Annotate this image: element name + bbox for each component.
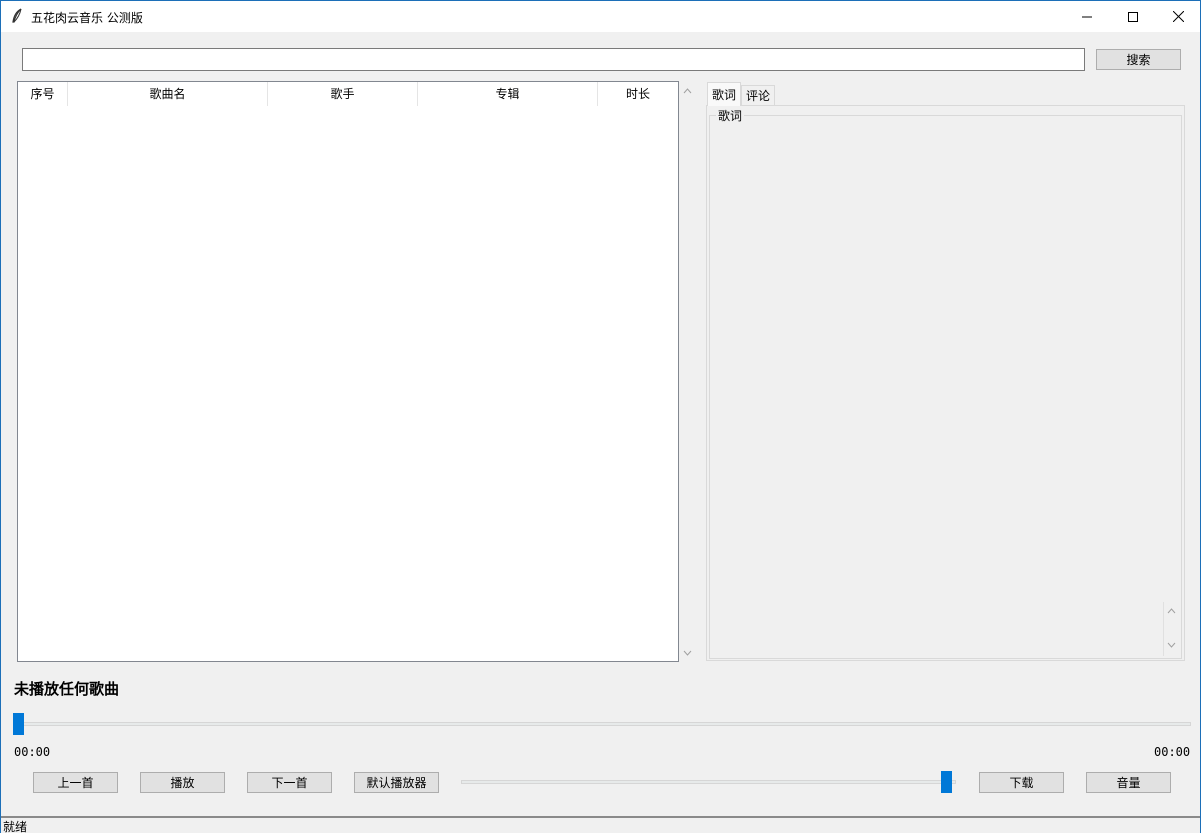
status-text: 就绪 [3,820,28,833]
tab-comments[interactable]: 评论 [741,85,776,105]
lyrics-group: 歌词 [709,107,1182,659]
volume-button[interactable]: 音量 [1086,772,1171,793]
column-header-artist[interactable]: 歌手 [268,82,418,106]
download-button[interactable]: 下载 [979,772,1064,793]
table-header: 序号 歌曲名 歌手 专辑 时长 [18,82,678,106]
window-title: 五花肉云音乐 公测版 [31,11,143,25]
table-scrollbar[interactable] [681,81,694,662]
volume-slider-thumb[interactable] [941,771,952,793]
column-header-song[interactable]: 歌曲名 [68,82,268,106]
column-header-album[interactable]: 专辑 [418,82,598,106]
default-player-button[interactable]: 默认播放器 [354,772,439,793]
search-button[interactable]: 搜索 [1096,49,1181,70]
column-header-index[interactable]: 序号 [18,82,68,106]
title-bar: 五花肉云音乐 公测版 [1,1,1200,32]
current-time: 00:00 [14,745,51,759]
lyrics-pane: 歌词 [706,105,1185,661]
now-playing-title: 未播放任何歌曲 [14,680,120,698]
lyrics-scroll-down-icon[interactable] [1165,638,1178,651]
maximize-icon [1128,11,1138,22]
tab-lyrics[interactable]: 歌词 [707,82,742,106]
progress-slider-track[interactable] [14,722,1191,726]
lyrics-scrollbar[interactable] [1163,602,1177,656]
column-header-duration[interactable]: 时长 [598,82,678,106]
total-time: 00:00 [1154,745,1191,759]
minimize-icon [1082,16,1092,17]
scroll-down-icon[interactable] [681,646,694,659]
play-button[interactable]: 播放 [140,772,225,793]
minimize-button[interactable] [1064,1,1110,32]
volume-slider-track[interactable] [461,780,956,784]
progress-slider-thumb[interactable] [13,713,24,735]
close-button[interactable] [1155,1,1201,32]
app-window: 五花肉云音乐 公测版 搜索 序号 歌曲名 歌手 专辑 时长 歌词 评论 歌词 未… [0,0,1201,833]
search-input[interactable] [22,48,1085,71]
next-button[interactable]: 下一首 [247,772,332,793]
lyrics-group-label: 歌词 [716,107,745,124]
previous-button[interactable]: 上一首 [33,772,118,793]
maximize-button[interactable] [1110,1,1156,32]
song-table[interactable]: 序号 歌曲名 歌手 专辑 时长 [17,81,679,662]
feather-icon [11,8,23,24]
close-icon [1172,11,1184,22]
status-bar: 就绪 [1,816,1200,833]
scroll-up-icon[interactable] [681,84,694,97]
lyrics-scroll-up-icon[interactable] [1165,604,1178,617]
